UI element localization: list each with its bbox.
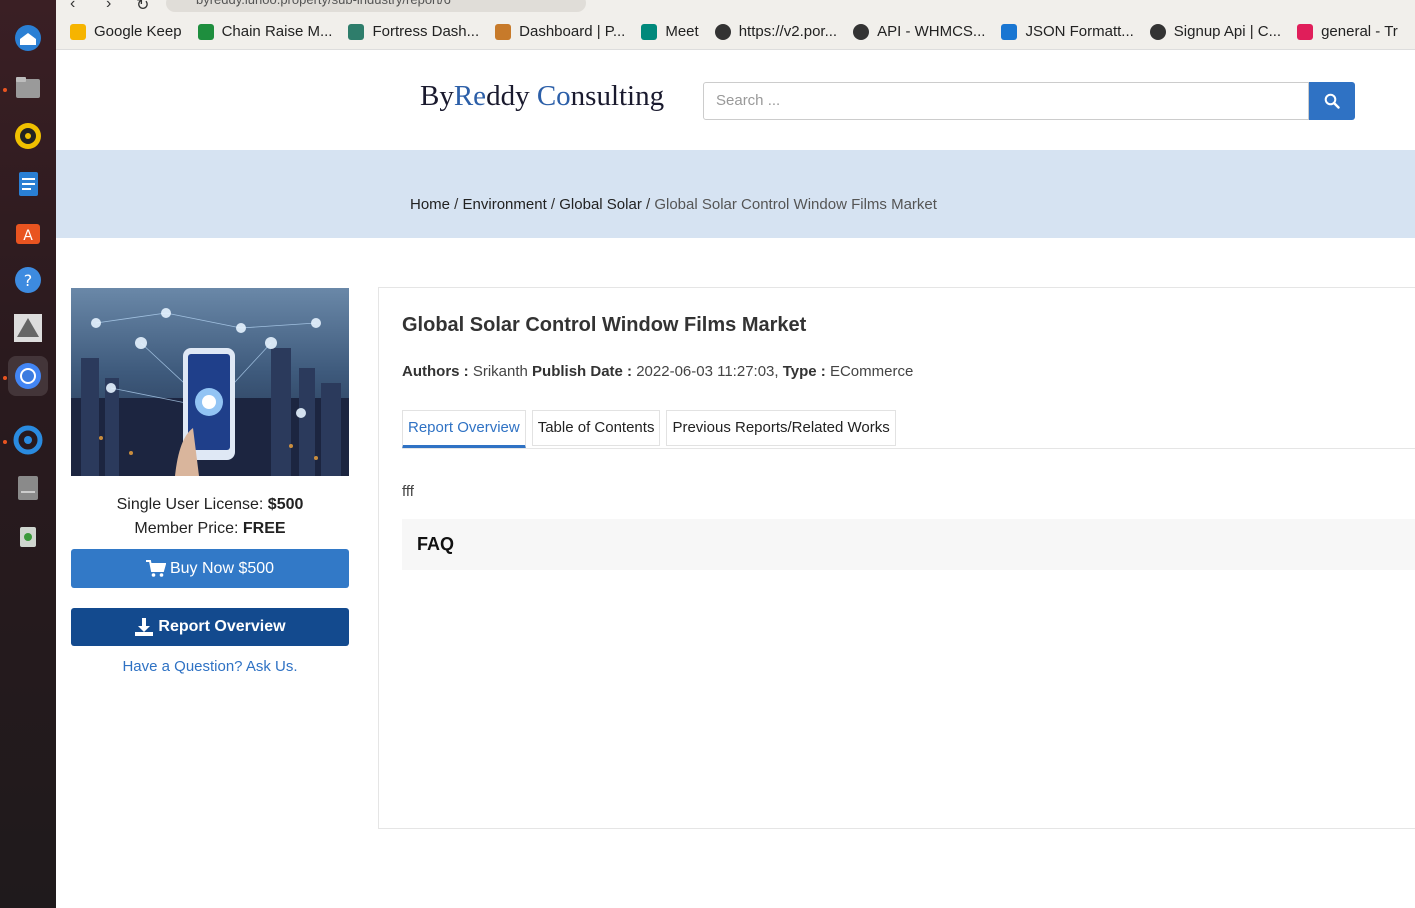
report-title: Global Solar Control Window Films Market	[402, 314, 807, 336]
dashboard-icon	[495, 23, 512, 40]
software-center-icon[interactable]: A	[8, 212, 48, 252]
bookmark-item[interactable]: Google Keep	[70, 23, 182, 40]
buy-now-button[interactable]: Buy Now $500	[71, 549, 349, 588]
breadcrumb-current: Global Solar Control Window Films Market	[654, 196, 937, 213]
globe-icon	[1149, 23, 1166, 40]
bookmark-label: Signup Api | C...	[1173, 23, 1282, 40]
sheets-icon	[197, 23, 214, 40]
ask-question-link[interactable]: Have a Question? Ask Us.	[71, 658, 349, 675]
bookmark-label: JSON Formatt...	[1025, 23, 1134, 40]
bookmark-item[interactable]: Fortress Dash...	[348, 23, 479, 40]
tab-report-overview[interactable]: Report Overview	[402, 410, 526, 449]
bookmark-label: Chain Raise M...	[221, 23, 333, 40]
back-icon[interactable]: ‹	[70, 0, 75, 13]
pma-icon[interactable]	[8, 308, 48, 348]
report-panel: Global Solar Control Window Films Market…	[378, 287, 1415, 829]
site-header: ByReddy Consulting Search ...	[56, 50, 1415, 150]
rhythmbox-icon[interactable]	[8, 116, 48, 156]
bookmark-item[interactable]: API - WHMCS...	[853, 23, 985, 40]
tab-divider	[402, 448, 1415, 449]
report-body: fff	[402, 483, 414, 500]
help-icon[interactable]: ?	[8, 260, 48, 300]
search-button[interactable]	[1309, 82, 1355, 120]
writer-icon[interactable]	[8, 164, 48, 204]
globe-icon	[714, 23, 731, 40]
keep-icon	[70, 23, 86, 40]
slack-icon	[1297, 23, 1314, 40]
license-pricing: Single User License: $500 Member Price: …	[116, 496, 304, 537]
sync-icon[interactable]	[8, 420, 48, 460]
disk-icon[interactable]	[8, 468, 48, 508]
files-icon[interactable]	[8, 68, 48, 108]
browser-toolbar: ‹ › ↻ byreddy.lunoo.property/sub-industr…	[56, 0, 1415, 14]
thunderbird-icon[interactable]	[8, 18, 48, 58]
breadcrumb: Home / Environment / Global Solar / Glob…	[410, 196, 937, 213]
fortress-icon	[348, 23, 365, 40]
breadcrumb-band	[56, 150, 1415, 238]
faq-heading[interactable]: FAQ	[402, 519, 1415, 570]
search-icon	[1324, 93, 1340, 109]
check-icon	[1001, 23, 1018, 40]
report-meta: Authors : Srikanth Publish Date : 2022-0…	[402, 363, 914, 380]
bookmark-item[interactable]: Chain Raise M...	[197, 23, 333, 40]
bookmark-label: Fortress Dash...	[372, 23, 480, 40]
meet-icon	[641, 23, 658, 40]
address-bar[interactable]: byreddy.lunoo.property/sub-industry/repo…	[166, 0, 586, 12]
bookmark-item[interactable]: https://v2.por...	[714, 23, 838, 40]
report-tabs: Report Overview Table of Contents Previo…	[402, 410, 902, 449]
publish-date: 2022-06-03 11:27:03,	[636, 363, 779, 380]
bookmark-label: API - WHMCS...	[877, 23, 986, 40]
globe-icon	[853, 23, 870, 40]
report-image	[71, 288, 349, 476]
bookmark-item[interactable]: Dashboard | P...	[495, 23, 625, 40]
bookmark-label: Meet	[665, 23, 699, 40]
tab-previous-reports[interactable]: Previous Reports/Related Works	[666, 410, 896, 446]
report-type: ECommerce	[829, 363, 914, 380]
license-price: $500	[267, 496, 304, 513]
chrome-icon[interactable]	[8, 356, 48, 396]
reload-icon[interactable]: ↻	[136, 0, 149, 14]
svg-text:?: ?	[24, 271, 33, 290]
bookmark-label: Dashboard | P...	[519, 23, 626, 40]
member-price: FREE	[242, 520, 286, 537]
breadcrumb-global-solar[interactable]: Global Solar	[559, 196, 642, 213]
site-logo[interactable]: ByReddy Consulting	[420, 80, 664, 113]
bookmark-label: general - Tr	[1321, 23, 1398, 40]
tab-table-of-contents[interactable]: Table of Contents	[531, 410, 661, 446]
bookmark-item[interactable]: Signup Api | C...	[1149, 23, 1282, 40]
search-input[interactable]: Search ...	[703, 82, 1309, 120]
bookmark-label: Google Keep	[94, 23, 182, 40]
svg-text:A: A	[23, 228, 33, 244]
bookmark-label: https://v2.por...	[738, 23, 838, 40]
web-page: ByReddy Consulting Search ... Home / Env…	[56, 50, 1415, 908]
bookmark-item[interactable]: Meet	[641, 23, 699, 40]
bookmark-item[interactable]: JSON Formatt...	[1001, 23, 1134, 40]
bookmarks-bar: Google Keep Chain Raise M... Fortress Dash…	[56, 14, 1415, 50]
breadcrumb-home[interactable]: Home	[410, 196, 450, 213]
bookmark-item[interactable]: general - Tr	[1297, 23, 1398, 40]
breadcrumb-environment[interactable]: Environment	[463, 196, 547, 213]
forward-icon[interactable]: ›	[106, 0, 111, 13]
author-name: Srikanth	[472, 363, 528, 380]
report-overview-button[interactable]: Report Overview	[71, 608, 349, 646]
cart-icon	[145, 559, 166, 577]
download-icon	[135, 618, 154, 636]
ubuntu-dock: A ?	[0, 0, 56, 908]
trash-icon[interactable]	[8, 516, 48, 556]
